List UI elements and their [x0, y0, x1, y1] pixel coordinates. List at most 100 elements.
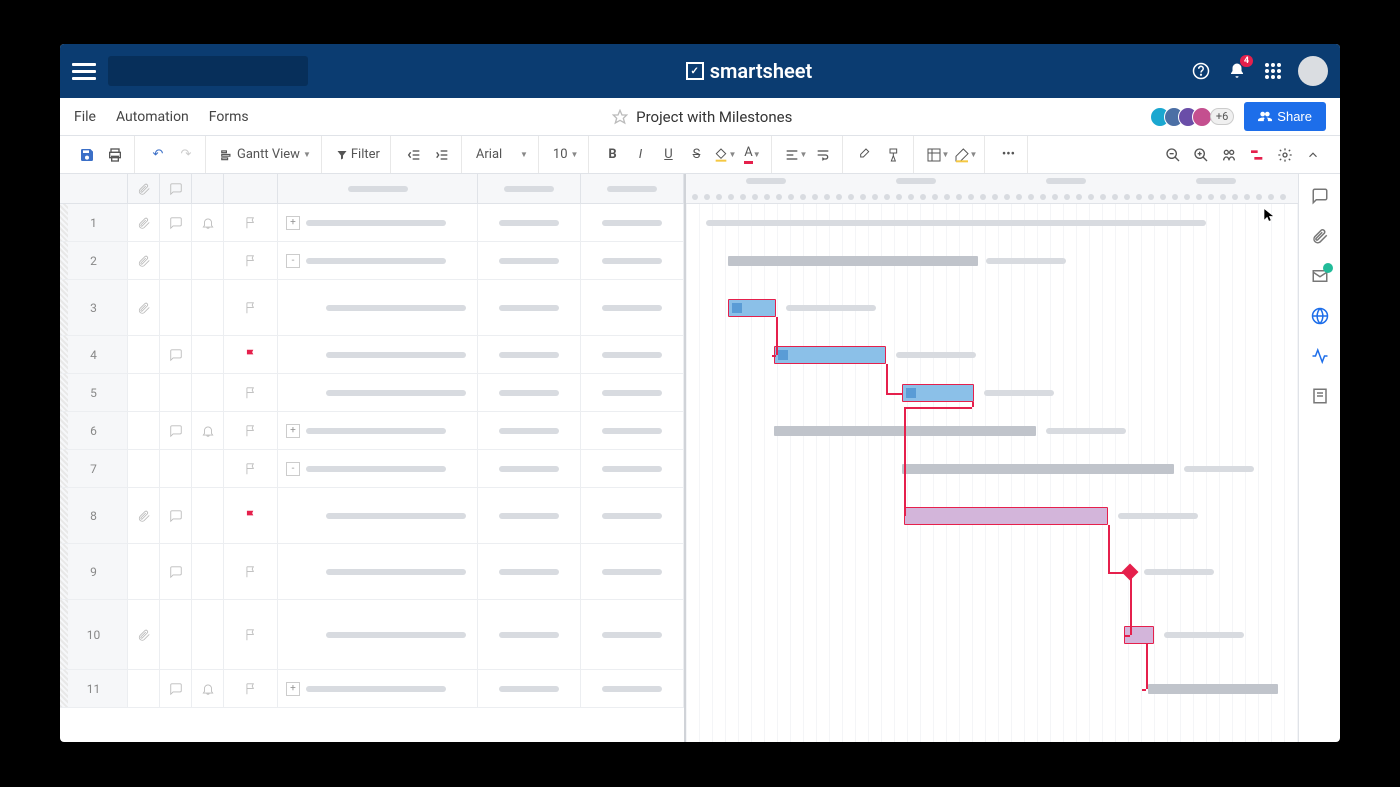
zoom-in-icon[interactable]	[1188, 142, 1214, 168]
critical-path-icon[interactable]	[1244, 142, 1270, 168]
grid-row[interactable]: 4	[60, 336, 684, 374]
bold-icon[interactable]: B	[599, 142, 625, 168]
font-selector[interactable]: Arial▼	[472, 147, 532, 162]
flag-cell[interactable]	[224, 204, 278, 241]
notifications-icon[interactable]: 4	[1226, 60, 1248, 82]
expand-collapse-icon[interactable]: +	[286, 682, 300, 696]
italic-icon[interactable]: I	[627, 142, 653, 168]
font-size-selector[interactable]: 10▼	[549, 147, 583, 162]
flag-cell[interactable]	[224, 412, 278, 449]
flag-cell[interactable]	[224, 280, 278, 335]
rail-proofs-icon[interactable]	[1310, 266, 1330, 286]
expand-collapse-icon[interactable]: -	[286, 254, 300, 268]
column-comments[interactable]	[160, 174, 192, 203]
gantt-panel[interactable]	[684, 174, 1298, 742]
help-icon[interactable]	[1190, 60, 1212, 82]
row-number[interactable]: 5	[60, 374, 128, 411]
expand-collapse-icon[interactable]: +	[286, 424, 300, 438]
grid-row[interactable]: 11 +	[60, 670, 684, 708]
column-3[interactable]	[581, 174, 684, 203]
rail-attachments-icon[interactable]	[1310, 226, 1330, 246]
strikethrough-icon[interactable]: S	[683, 142, 709, 168]
settings-icon[interactable]	[1272, 142, 1298, 168]
menu-automation[interactable]: Automation	[116, 109, 189, 125]
flag-cell[interactable]	[224, 670, 278, 707]
outdent-icon[interactable]	[401, 142, 427, 168]
gantt-summary-bar[interactable]	[902, 464, 1174, 474]
flag-cell[interactable]	[224, 374, 278, 411]
grid-row[interactable]: 10	[60, 600, 684, 670]
row-number[interactable]: 1	[60, 204, 128, 241]
indent-icon[interactable]	[429, 142, 455, 168]
print-icon[interactable]	[102, 142, 128, 168]
grid-row[interactable]: 1+	[60, 204, 684, 242]
grid-row[interactable]: 7-	[60, 450, 684, 488]
flag-cell[interactable]	[224, 600, 278, 669]
row-number[interactable]: 8	[60, 488, 128, 543]
gantt-summary-bar[interactable]	[1148, 684, 1278, 694]
row-number[interactable]: 11	[60, 670, 128, 707]
document-title[interactable]: Project with Milestones	[636, 108, 792, 126]
row-number[interactable]: 10	[60, 600, 128, 669]
menu-hamburger-icon[interactable]	[72, 59, 96, 83]
underline-icon[interactable]: U	[655, 142, 681, 168]
grid-row[interactable]: 8	[60, 488, 684, 544]
rail-comments-icon[interactable]	[1310, 186, 1330, 206]
redo-icon[interactable]: ↷	[173, 142, 199, 168]
flag-cell[interactable]	[224, 488, 278, 543]
gantt-task-bar[interactable]	[904, 507, 1108, 525]
column-2[interactable]	[478, 174, 581, 203]
grid-row[interactable]: 9	[60, 544, 684, 600]
expand-collapse-icon[interactable]: +	[286, 216, 300, 230]
conditional-format-icon[interactable]: ▼	[924, 142, 950, 168]
grid-row[interactable]: 2-	[60, 242, 684, 280]
save-icon[interactable]	[74, 142, 100, 168]
row-number[interactable]: 9	[60, 544, 128, 599]
column-attachments[interactable]	[128, 174, 160, 203]
flag-cell[interactable]	[224, 242, 278, 279]
share-button[interactable]: Share	[1244, 102, 1326, 131]
row-number[interactable]: 2	[60, 242, 128, 279]
fill-color-icon[interactable]: ▼	[711, 142, 737, 168]
flag-cell[interactable]	[224, 544, 278, 599]
row-number[interactable]: 6	[60, 412, 128, 449]
search-input[interactable]	[108, 56, 308, 86]
align-icon[interactable]: ▼	[782, 142, 808, 168]
resources-icon[interactable]	[1216, 142, 1242, 168]
gantt-task-bar[interactable]	[774, 346, 886, 364]
view-selector[interactable]: Gantt View▼	[216, 147, 315, 162]
grid-row[interactable]: 5	[60, 374, 684, 412]
undo-icon[interactable]: ↶	[145, 142, 171, 168]
filter-button[interactable]: Filter	[332, 147, 384, 162]
collaborator-avatars[interactable]: +6	[1156, 107, 1234, 127]
column-task[interactable]	[278, 174, 478, 203]
gantt-summary-bar[interactable]	[728, 256, 978, 266]
highlight-icon[interactable]	[853, 142, 879, 168]
collapse-icon[interactable]	[1300, 142, 1326, 168]
apps-icon[interactable]	[1262, 60, 1284, 82]
favorite-star-icon[interactable]	[612, 109, 628, 125]
rail-publish-icon[interactable]	[1310, 306, 1330, 326]
rail-activity-icon[interactable]	[1310, 346, 1330, 366]
gantt-bar-label	[984, 390, 1054, 396]
grid-row[interactable]: 3	[60, 280, 684, 336]
gantt-task-bar[interactable]	[728, 299, 776, 317]
text-color-icon[interactable]: A▼	[739, 142, 765, 168]
row-number[interactable]: 3	[60, 280, 128, 335]
flag-cell[interactable]	[224, 450, 278, 487]
zoom-out-icon[interactable]	[1160, 142, 1186, 168]
row-number[interactable]: 7	[60, 450, 128, 487]
menu-forms[interactable]: Forms	[209, 109, 249, 125]
rail-summary-icon[interactable]	[1310, 386, 1330, 406]
menu-file[interactable]: File	[74, 109, 96, 125]
row-number[interactable]: 4	[60, 336, 128, 373]
grid-row[interactable]: 6+	[60, 412, 684, 450]
more-icon[interactable]: •••	[995, 142, 1021, 168]
expand-collapse-icon[interactable]: -	[286, 462, 300, 476]
wrap-icon[interactable]	[810, 142, 836, 168]
format-painter-icon[interactable]	[881, 142, 907, 168]
gantt-task-bar[interactable]	[902, 384, 974, 402]
flag-cell[interactable]	[224, 336, 278, 373]
user-avatar[interactable]	[1298, 56, 1328, 86]
highlight-changes-icon[interactable]: ▼	[952, 142, 978, 168]
